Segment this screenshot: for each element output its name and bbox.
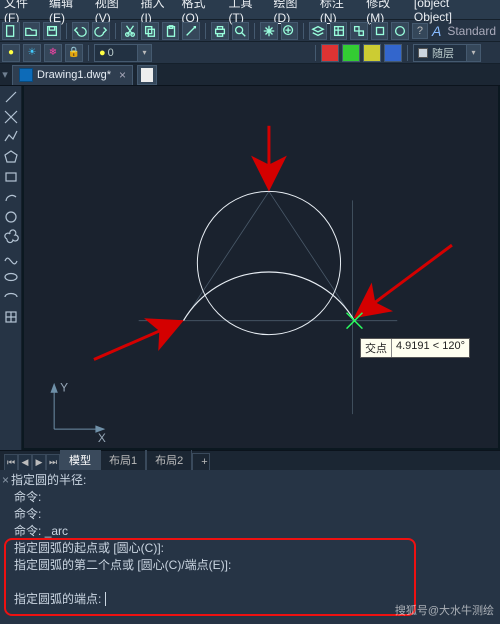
separator [66, 23, 67, 39]
menu-more[interactable]: [object Object] [414, 0, 490, 24]
cmd-line: 命令: [4, 506, 41, 523]
layer-freeze-icon[interactable]: ❄ [44, 44, 62, 62]
new-icon[interactable] [2, 22, 20, 40]
document-tabbar: ▾ Drawing1.dwg* × [0, 64, 500, 86]
undo-icon[interactable] [72, 22, 90, 40]
separator [254, 23, 255, 39]
annotation-a-icon[interactable]: A [432, 23, 441, 39]
dwg-file-icon [19, 68, 33, 82]
layer-dropdown[interactable]: ● 0 ▾ [94, 44, 152, 62]
block-icon[interactable] [350, 22, 368, 40]
layer-lock-icon[interactable]: 🔒 [65, 44, 83, 62]
tool-icon[interactable] [371, 22, 389, 40]
props-icon[interactable] [330, 22, 348, 40]
separator [303, 23, 304, 39]
line-tool-icon[interactable] [2, 88, 20, 106]
paste-icon[interactable] [162, 22, 180, 40]
layer-name: 0 [108, 47, 114, 59]
ellipse-arc-tool-icon[interactable] [2, 288, 20, 306]
separator [315, 45, 316, 61]
nav-next-icon[interactable]: ▶ [32, 454, 46, 470]
pan-icon[interactable] [260, 22, 278, 40]
document-tab[interactable]: Drawing1.dwg* × [12, 65, 133, 85]
nav-first-icon[interactable]: ⏮ [4, 454, 18, 470]
annotation-highlight-box [4, 538, 416, 616]
separator [407, 45, 408, 61]
separator [205, 23, 206, 39]
chevron-down-icon[interactable]: ▾ [467, 44, 481, 62]
match-icon[interactable] [182, 22, 200, 40]
command-window[interactable]: ×指定圆的半径: 命令: 命令: 命令: _arc 指定圆弧的起点或 [圆心(C… [0, 470, 500, 624]
document-title: Drawing1.dwg* [37, 69, 111, 81]
copy-icon[interactable] [141, 22, 159, 40]
ellipse-tool-icon[interactable] [2, 268, 20, 286]
new-tab-button[interactable] [137, 65, 157, 85]
save-icon[interactable] [43, 22, 61, 40]
clr4-icon[interactable] [384, 44, 402, 62]
text-style-label[interactable]: Standard [447, 24, 496, 38]
osnap-angle: 120° [442, 340, 465, 352]
layout-nav: ⏮ ◀ ▶ ⏭ [4, 454, 60, 470]
menu-bar: 文件(F) 编辑(E) 视图(V) 插入(I) 格式(O) 工具(T) 绘图(D… [0, 0, 500, 20]
drawing-content: Y X [24, 86, 498, 448]
bylayer-dropdown[interactable]: 随层 ▾ [413, 44, 481, 62]
nav-last-icon[interactable]: ⏭ [46, 454, 60, 470]
chevron-down-icon[interactable]: ▾ [138, 44, 152, 62]
layer-icon[interactable] [309, 22, 327, 40]
separator [88, 45, 89, 61]
cmd-line: 命令: [4, 489, 41, 506]
cmd-input-echo: _arc [45, 524, 68, 538]
zoom-icon[interactable] [281, 22, 299, 40]
print-icon[interactable] [211, 22, 229, 40]
tab-layout1[interactable]: 布局1 [100, 449, 146, 470]
work-area: Y X 交点 4.9191 < 120° [0, 86, 500, 450]
draw-toolbar [0, 86, 22, 450]
close-cmd-icon[interactable]: × [2, 473, 9, 487]
tool2-icon[interactable] [391, 22, 409, 40]
rectangle-tool-icon[interactable] [2, 168, 20, 186]
cut-icon[interactable] [121, 22, 139, 40]
layout-tabbar: ⏮ ◀ ▶ ⏭ 模型 布局1 布局2 + [0, 450, 500, 470]
revcloud-tool-icon[interactable] [2, 228, 20, 246]
xline-tool-icon[interactable] [2, 108, 20, 126]
ucs-y-label: Y [60, 380, 68, 394]
arc-tool-icon[interactable] [2, 188, 20, 206]
redo-icon[interactable] [92, 22, 110, 40]
clr2-icon[interactable] [342, 44, 360, 62]
drawing-canvas[interactable]: Y X 交点 4.9191 < 120° [22, 86, 500, 450]
osnap-distance: 4.9191 [396, 340, 430, 352]
osnap-tooltip: 交点 4.9191 < 120° [360, 338, 470, 358]
page-icon [141, 68, 153, 82]
help-icon[interactable]: ? [412, 23, 428, 39]
find-icon[interactable] [232, 22, 250, 40]
layer-off-icon[interactable]: ● [2, 44, 20, 62]
polygon-tool-icon[interactable] [2, 148, 20, 166]
tab-scroll-left[interactable]: ▾ [0, 64, 10, 86]
bylayer-label: 随层 [432, 45, 454, 61]
nav-prev-icon[interactable]: ◀ [18, 454, 32, 470]
watermark: 搜狐号@大水牛测绘 [395, 603, 494, 620]
tab-add[interactable]: + [192, 453, 210, 470]
insert-block-icon[interactable] [2, 308, 20, 326]
polyline-tool-icon[interactable] [2, 128, 20, 146]
circle-tool-icon[interactable] [2, 208, 20, 226]
spline-tool-icon[interactable] [2, 248, 20, 266]
tab-layout2[interactable]: 布局2 [146, 449, 192, 470]
clr3-icon[interactable] [363, 44, 381, 62]
osnap-type: 交点 [361, 339, 392, 357]
open-icon[interactable] [23, 22, 41, 40]
tab-model[interactable]: 模型 [60, 449, 100, 470]
toolbar-layers: ● ☀ ❄ 🔒 ● 0 ▾ 随层 ▾ [0, 42, 500, 64]
cmd-line: 指定圆的半径: [11, 473, 86, 487]
cmd-prompt: 命令: [14, 524, 41, 538]
layer-color-swatch [418, 48, 428, 58]
layer-sun-icon[interactable]: ☀ [23, 44, 41, 62]
separator [115, 23, 116, 39]
clr1-icon[interactable] [321, 44, 339, 62]
ucs-x-label: X [98, 431, 106, 445]
close-tab-icon[interactable]: × [119, 68, 126, 82]
